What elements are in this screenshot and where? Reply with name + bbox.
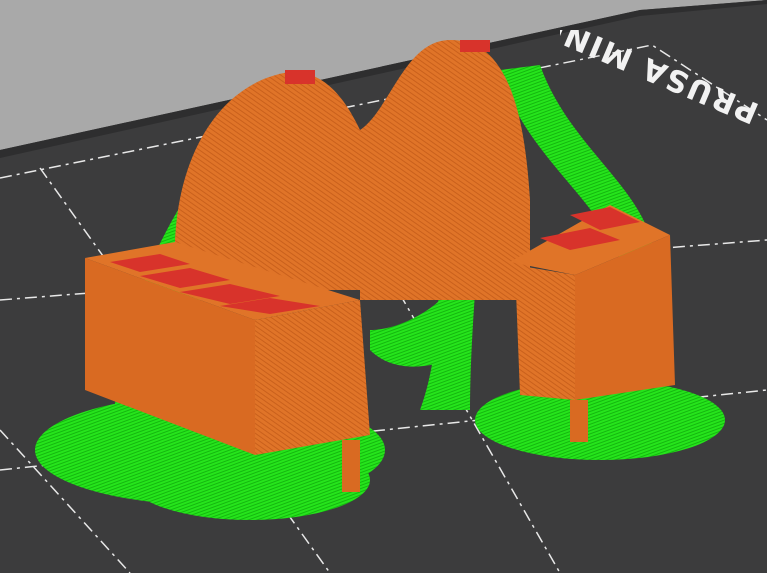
- left-block-side: [255, 300, 370, 455]
- bed-label: PRUSA MINI: [560, 30, 764, 131]
- bed-label-area: PRUSA MINI: [560, 30, 767, 190]
- right-block-front: [515, 265, 575, 400]
